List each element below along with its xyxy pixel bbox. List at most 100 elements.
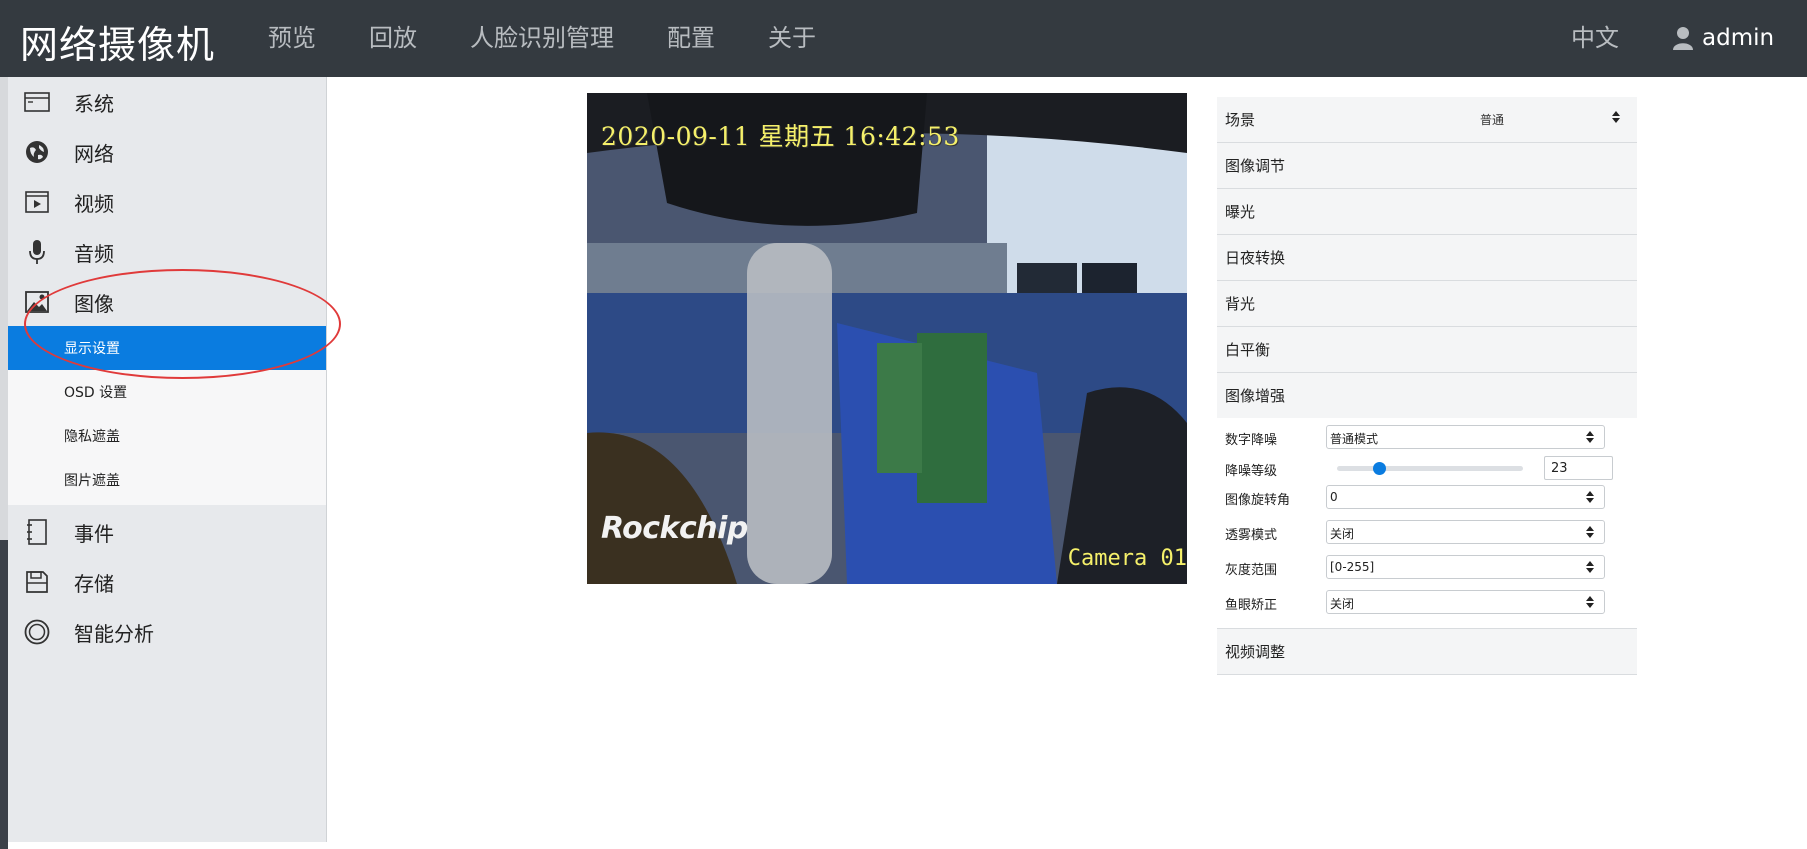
fisheye-label: 鱼眼矫正 [1225, 598, 1278, 613]
sidebar-item-label: 智能分析 [74, 621, 154, 646]
gray-range-label: 灰度范围 [1225, 563, 1278, 578]
image-submenu: 显示设置 OSD 设置 隐私遮盖 图片遮盖 [8, 326, 326, 505]
app-title: 网络摄像机 [20, 23, 216, 67]
dnr-value: 普通模式 [1330, 432, 1379, 446]
slider-handle[interactable] [1373, 462, 1386, 475]
defog-label: 透雾模式 [1225, 528, 1278, 543]
target-icon [24, 619, 50, 645]
sidebar-item-label: 事件 [74, 521, 114, 546]
sidebar-item-storage[interactable]: 存储 [8, 557, 326, 607]
section-label: 图像调节 [1225, 157, 1286, 175]
section-video-adjust[interactable]: 视频调整 [1217, 628, 1637, 675]
nav-playback[interactable]: 回放 [369, 22, 417, 54]
section-label: 图像增强 [1225, 387, 1286, 405]
sidebar-item-network[interactable]: 网络 [8, 127, 326, 177]
sidebar-item-label: 系统 [74, 91, 114, 116]
sidebar: 系统 网络 视频 音频 图像 显示设置 OSD 设置 隐私遮盖 图片遮盖 事件 … [8, 77, 327, 842]
section-day-night[interactable]: 日夜转换 [1217, 235, 1637, 281]
sidebar-item-label: 视频 [74, 191, 114, 216]
dnr-label: 数字降噪 [1225, 433, 1278, 448]
dnr-select[interactable]: 普通模式 [1326, 425, 1605, 449]
defog-select[interactable]: 关闭 [1326, 520, 1605, 544]
sidebar-item-event[interactable]: 事件 [8, 507, 326, 557]
gray-range-select[interactable]: [0-255] [1326, 555, 1605, 579]
section-label: 曝光 [1225, 203, 1256, 221]
section-label: 白平衡 [1225, 341, 1271, 359]
section-label: 背光 [1225, 295, 1256, 313]
nav-face-recognition[interactable]: 人脸识别管理 [470, 22, 614, 54]
sidebar-item-label: 图像 [74, 291, 114, 316]
scene-label: 场景 [1225, 111, 1256, 129]
gray-range-row: 灰度范围 [0-255] [1225, 555, 1630, 581]
sidebar-item-system[interactable]: 系统 [8, 77, 326, 127]
nav-preview[interactable]: 预览 [268, 22, 316, 54]
sidebar-item-label: 网络 [74, 141, 114, 166]
desktop-edge [0, 77, 8, 849]
section-label: 视频调整 [1225, 643, 1286, 661]
scene-select[interactable]: 普通 [1480, 107, 1620, 131]
dnr-level-input[interactable]: 23 [1544, 456, 1613, 480]
scene-value: 普通 [1480, 112, 1505, 127]
dnr-level-row: 降噪等级 23 [1225, 456, 1630, 482]
section-white-balance[interactable]: 白平衡 [1217, 327, 1637, 373]
sidebar-item-label: 存储 [74, 571, 114, 596]
language-switch[interactable]: 中文 [1571, 22, 1619, 54]
osd-camera-name: Camera 01 [1067, 546, 1187, 571]
dnr-row: 数字降噪 普通模式 [1225, 425, 1630, 451]
system-icon [24, 89, 50, 115]
submenu-label: OSD 设置 [64, 385, 128, 401]
section-label: 日夜转换 [1225, 249, 1286, 267]
osd-timestamp: 2020-09-11 星期五 16:42:53 [601, 122, 960, 151]
select-arrows-icon [1612, 111, 1620, 123]
submenu-privacy-mask[interactable]: 隐私遮盖 [8, 414, 326, 458]
globe-icon [24, 139, 50, 165]
sidebar-item-video[interactable]: 视频 [8, 177, 326, 227]
rockchip-logo: Rockchip [601, 511, 748, 546]
section-exposure[interactable]: 曝光 [1217, 189, 1637, 235]
username: admin [1702, 25, 1775, 51]
submenu-label: 图片遮盖 [64, 473, 120, 489]
fisheye-select[interactable]: 关闭 [1326, 590, 1605, 614]
defog-row: 透雾模式 关闭 [1225, 520, 1630, 546]
video-icon [24, 189, 50, 215]
user-icon [1673, 27, 1693, 50]
section-image-enhance[interactable]: 图像增强 [1217, 373, 1637, 418]
microphone-icon [24, 239, 50, 265]
select-arrows-icon [1586, 491, 1594, 503]
submenu-osd-settings[interactable]: OSD 设置 [8, 370, 326, 414]
section-backlight[interactable]: 背光 [1217, 281, 1637, 327]
camera-preview[interactable]: 2020-09-11 星期五 16:42:53 Rockchip Camera … [587, 93, 1187, 584]
section-image-adjust[interactable]: 图像调节 [1217, 143, 1637, 189]
sidebar-item-audio[interactable]: 音频 [8, 227, 326, 277]
fisheye-row: 鱼眼矫正 关闭 [1225, 590, 1630, 616]
rotation-label: 图像旋转角 [1225, 493, 1291, 508]
notebook-icon [24, 519, 50, 545]
top-navbar: 网络摄像机 预览 回放 人脸识别管理 配置 关于 中文 admin [0, 0, 1807, 77]
sidebar-item-label: 音频 [74, 241, 114, 266]
nav-about[interactable]: 关于 [768, 22, 816, 54]
user-menu[interactable]: admin [1672, 22, 1774, 54]
gray-range-value: [0-255] [1330, 560, 1375, 574]
submenu-picture-mask[interactable]: 图片遮盖 [8, 458, 326, 502]
rotation-row: 图像旋转角 0 [1225, 485, 1630, 511]
select-arrows-icon [1586, 596, 1594, 608]
settings-panel: 场景 普通 图像调节 曝光 日夜转换 背光 白平衡 图像增强 数字降噪 普通模式… [1217, 97, 1637, 675]
select-arrows-icon [1586, 561, 1594, 573]
sidebar-item-image[interactable]: 图像 [8, 277, 326, 327]
image-icon [24, 289, 50, 315]
dnr-level-slider[interactable] [1337, 462, 1523, 475]
nav-config[interactable]: 配置 [667, 22, 715, 54]
rotation-value: 0 [1330, 490, 1338, 504]
dnr-level-label: 降噪等级 [1225, 464, 1278, 479]
select-arrows-icon [1586, 526, 1594, 538]
fisheye-value: 关闭 [1330, 597, 1355, 611]
select-arrows-icon [1586, 431, 1594, 443]
submenu-display-settings[interactable]: 显示设置 [8, 326, 326, 370]
image-enhance-panel: 数字降噪 普通模式 降噪等级 23 图像旋转角 0 透雾模式 关闭 灰度范围 [… [1217, 418, 1637, 628]
defog-value: 关闭 [1330, 527, 1355, 541]
submenu-label: 隐私遮盖 [64, 429, 120, 445]
main-nav: 预览 回放 人脸识别管理 配置 关于 [268, 22, 869, 54]
scene-row: 场景 普通 [1217, 97, 1637, 143]
rotation-select[interactable]: 0 [1326, 485, 1605, 509]
sidebar-item-smart-analysis[interactable]: 智能分析 [8, 607, 326, 657]
